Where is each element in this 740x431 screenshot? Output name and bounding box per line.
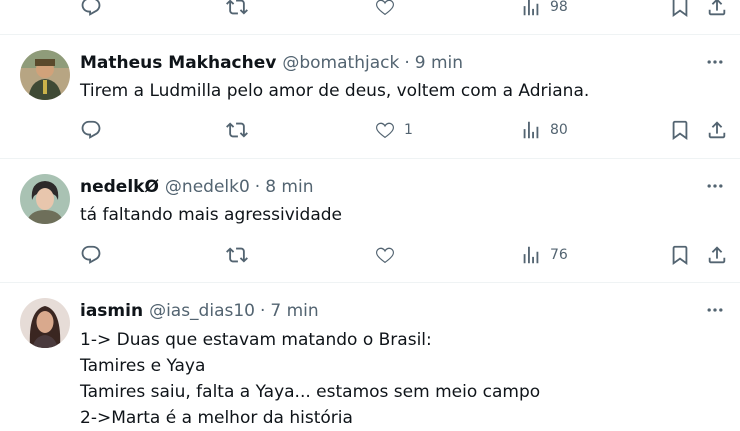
more-button[interactable] [704, 300, 726, 320]
share-button[interactable] [706, 243, 728, 267]
author-name[interactable]: iasmin [80, 301, 143, 321]
bookmark-icon [672, 0, 688, 18]
share-button[interactable] [706, 0, 728, 19]
timestamp[interactable]: 7 min [270, 301, 318, 321]
bookmark-button[interactable] [669, 118, 691, 142]
separator: · [404, 53, 410, 73]
share-icon [708, 121, 726, 139]
tweet-text: 1-> Duas que estavam matando o Brasil: T… [80, 327, 540, 431]
reply-icon [81, 120, 101, 139]
reply-button[interactable] [80, 118, 102, 142]
more-icon [707, 60, 723, 64]
retweet-button[interactable] [226, 118, 248, 142]
tweet-text: Tirem a Ludmilla pelo amor de deus, volt… [80, 78, 589, 104]
divider [0, 34, 740, 35]
views-icon [523, 121, 539, 139]
avatar[interactable] [20, 50, 70, 100]
tweet-text-line: Tamires saiu, falta a Yaya... estamos se… [80, 382, 541, 402]
like-count: 1 [404, 122, 413, 138]
retweet-icon [226, 247, 248, 263]
bookmark-icon [672, 120, 688, 141]
more-button[interactable] [704, 176, 726, 196]
author-handle[interactable]: @nedelk0 [165, 177, 250, 197]
more-icon [707, 308, 723, 312]
views-button[interactable]: 98 [520, 0, 568, 19]
share-button[interactable] [706, 118, 728, 142]
bookmark-button[interactable] [669, 243, 691, 267]
tweet-text-line: 2->Marta é a melhor da história [80, 408, 353, 428]
retweet-icon [226, 0, 248, 15]
retweet-button[interactable] [226, 0, 248, 19]
tweet-text-line: 1-> Duas que estavam matando o Brasil: [80, 330, 432, 350]
views-count: 98 [550, 0, 568, 15]
views-count: 80 [550, 122, 568, 138]
share-icon [708, 246, 726, 264]
timestamp[interactable]: 8 min [265, 177, 313, 197]
tweet-actions: 98 [0, 0, 740, 19]
views-button[interactable]: 80 [520, 118, 568, 142]
retweet-button[interactable] [226, 243, 248, 267]
tweet-text: tá faltando mais agressividade [80, 202, 342, 228]
like-icon [376, 0, 394, 16]
like-button[interactable] [374, 0, 396, 19]
tweet-actions: 1 80 [0, 118, 740, 142]
author-handle[interactable]: @bomathjack [282, 53, 399, 73]
tweet-actions: 76 [0, 243, 740, 267]
author-name[interactable]: Matheus Makhachev [80, 53, 276, 73]
reply-icon [81, 245, 101, 264]
tweet-header: Matheus Makhachev @bomathjack · 9 min [80, 51, 463, 75]
divider [0, 158, 740, 159]
timestamp[interactable]: 9 min [415, 53, 463, 73]
retweet-icon [226, 122, 248, 138]
views-icon [523, 0, 539, 16]
bookmark-icon [672, 245, 688, 266]
reply-icon [81, 0, 101, 16]
like-button[interactable] [374, 243, 396, 267]
bookmark-button[interactable] [669, 0, 691, 19]
like-button[interactable]: 1 [374, 118, 413, 142]
separator: · [254, 177, 261, 197]
more-button[interactable] [704, 52, 726, 72]
tweet-text-line: Tamires e Yaya [80, 356, 206, 376]
author-handle[interactable]: @ias_dias10 [149, 301, 255, 321]
avatar[interactable] [20, 174, 70, 224]
more-icon [707, 184, 723, 188]
share-icon [708, 0, 726, 16]
divider [0, 282, 740, 283]
views-icon [523, 246, 539, 264]
separator: · [259, 301, 266, 321]
tweet-header: iasmin @ias_dias10 · 7 min [80, 299, 319, 323]
avatar[interactable] [20, 298, 70, 348]
author-name[interactable]: nedelkØ [80, 177, 159, 197]
views-button[interactable]: 76 [520, 243, 568, 267]
reply-button[interactable] [80, 0, 102, 19]
like-icon [376, 122, 394, 139]
tweet-text-line: tá faltando mais agressividade [80, 205, 342, 225]
reply-button[interactable] [80, 243, 102, 267]
tweet-header: nedelkØ @nedelk0 · 8 min [80, 175, 313, 199]
views-count: 76 [550, 247, 568, 263]
like-icon [376, 247, 394, 264]
tweet-text-line: Tirem a Ludmilla pelo amor de deus, volt… [80, 81, 590, 101]
